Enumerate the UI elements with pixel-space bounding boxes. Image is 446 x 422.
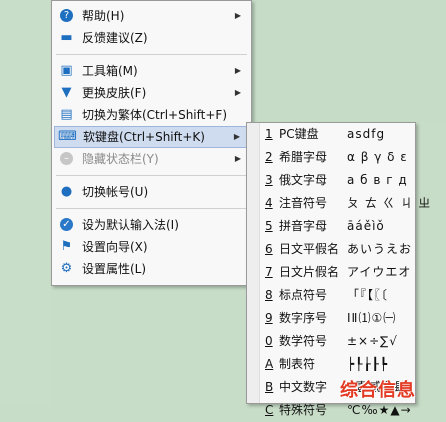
keyboard-name: 特殊符号 bbox=[279, 403, 328, 417]
keyboard-shortcut-key: 6 bbox=[265, 242, 273, 256]
menu-item[interactable]: ▼ 更换皮肤(F) ▶ bbox=[54, 82, 249, 104]
soft-keyboard-item[interactable]: C 特殊符号 ℃‰★▲→ bbox=[247, 399, 415, 422]
keyboard-shortcut-key: 0 bbox=[265, 334, 273, 348]
feedback-icon: ▬ bbox=[60, 30, 73, 45]
keyboard-sample-chars: アイウエオ bbox=[347, 265, 412, 279]
keyboard-name: 俄文字母 bbox=[279, 173, 328, 187]
soft-keyboard-submenu: 1 PC键盘 asdfg 2 希腊字母 α β γ δ ε 3 俄文字母 а б в г д 4注… bbox=[246, 122, 430, 417]
submenu-arrow-icon: ▶ bbox=[234, 66, 241, 75]
keyboard-sample-chars: 「『【〖〔 bbox=[347, 288, 389, 302]
keyboard-name: 拼音字母 bbox=[279, 219, 328, 233]
menu-item[interactable]: ▬ 反馈建议(Z) bbox=[54, 27, 249, 49]
soft-keyboard-item[interactable]: 2 希腊字母 α β γ δ ε bbox=[247, 146, 415, 169]
keyboard-name: 制表符 bbox=[279, 357, 316, 371]
keyboard-name: 数学符号 bbox=[279, 334, 328, 348]
keyboard-shortcut-key: 4 bbox=[265, 196, 273, 210]
context-menu: ? 帮助(H) ▶ ▬ 反馈建议(Z) ▣ 工具箱(M) ▶ ▼ 更换皮肤(F) ▶ ▤ 切换为繁体(C… bbox=[51, 0, 252, 286]
keyboard-shortcut-key: A bbox=[265, 357, 274, 371]
menu-item[interactable]: ? 帮助(H) ▶ bbox=[54, 5, 249, 27]
menu-item-label: 软键盘(Ctrl+Shift+K) bbox=[83, 130, 205, 144]
keyboard-shortcut-key: 9 bbox=[265, 311, 273, 325]
shirt-icon: ▼ bbox=[61, 85, 72, 100]
menu-item-label: 帮助(H) bbox=[82, 9, 125, 23]
keyboard-name: 数字序号 bbox=[279, 311, 328, 325]
menu-item-label: 隐藏状态栏(Y) bbox=[82, 152, 159, 166]
keyboard-name: 日文片假名 bbox=[279, 265, 340, 279]
soft-keyboard-item[interactable]: A 制表符 ┝┞┟┠┡ bbox=[247, 353, 415, 376]
submenu-arrow-icon: ▶ bbox=[233, 132, 240, 141]
menu-separator bbox=[56, 175, 247, 176]
keyboard-shortcut-key: 5 bbox=[265, 219, 273, 233]
menu-item[interactable]: ● 切换帐号(U) bbox=[54, 181, 249, 203]
menu-item-label: 设置向导(X) bbox=[82, 240, 148, 254]
keyboard-sample-chars: ㄆ ㄊ ㄍ ㄐ ㄓ bbox=[347, 196, 432, 210]
menu-item[interactable]: ▤ 切换为繁体(Ctrl+Shift+F) bbox=[54, 104, 249, 126]
document-icon: ▤ bbox=[60, 107, 73, 122]
toolbox-icon: ▣ bbox=[60, 63, 73, 78]
keyboard-name: 标点符号 bbox=[279, 288, 328, 302]
soft-keyboard-item[interactable]: 4 注音符号 ㄆ ㄊ ㄍ ㄐ ㄓ bbox=[247, 192, 430, 215]
keyboard-sample-chars: α β γ δ ε bbox=[347, 150, 408, 164]
menu-item-label: 设为默认输入法(I) bbox=[82, 218, 179, 232]
menu-item[interactable]: ▣ 工具箱(M) ▶ bbox=[54, 60, 249, 82]
keyboard-shortcut-key: C bbox=[265, 403, 274, 417]
menu-item[interactable]: ⌨ 软键盘(Ctrl+Shift+K) ▶ bbox=[54, 126, 249, 148]
menu-item-label: 反馈建议(Z) bbox=[82, 31, 148, 45]
watermark: 综合信息 bbox=[340, 380, 416, 401]
desktop-background bbox=[0, 0, 51, 404]
keyboard-icon: ⌨ bbox=[58, 129, 77, 144]
soft-keyboard-item[interactable]: 9 数字序号 ⅠⅡ⑴①㈠ bbox=[247, 307, 415, 330]
menu-separator bbox=[56, 54, 247, 55]
keyboard-shortcut-key: 1 bbox=[265, 127, 273, 141]
soft-keyboard-item[interactable]: 3 俄文字母 а б в г д bbox=[247, 169, 415, 192]
hide-icon: – bbox=[60, 152, 73, 165]
menu-item[interactable]: – 隐藏状态栏(Y) ▶ bbox=[54, 148, 249, 170]
keyboard-shortcut-key: 7 bbox=[265, 265, 273, 279]
desktop-background bbox=[252, 0, 446, 122]
keyboard-name: 希腊字母 bbox=[279, 150, 328, 164]
soft-keyboard-item[interactable]: 1 PC键盘 asdfg bbox=[247, 123, 415, 146]
menu-item[interactable]: ⚑ 设置向导(X) bbox=[54, 236, 249, 258]
keyboard-sample-chars: ┝┞┟┠┡ bbox=[347, 357, 389, 371]
submenu-arrow-icon: ▶ bbox=[234, 11, 241, 20]
keyboard-shortcut-key: 8 bbox=[265, 288, 273, 302]
keyboard-sample-chars: ⅠⅡ⑴①㈠ bbox=[347, 311, 397, 325]
soft-keyboard-item[interactable]: 7 日文片假名 アイウエオ bbox=[247, 261, 415, 284]
keyboard-sample-chars: あいうえお bbox=[347, 242, 413, 256]
keyboard-sample-chars: ±×÷∑√ bbox=[347, 334, 398, 348]
menu-item-label: 切换帐号(U) bbox=[82, 185, 149, 199]
flag-icon: ⚑ bbox=[60, 239, 73, 254]
soft-keyboard-item[interactable]: 6 日文平假名 あいうえお bbox=[247, 238, 415, 261]
menu-item-label: 更换皮肤(F) bbox=[82, 86, 147, 100]
soft-keyboard-item[interactable]: 8 标点符号 「『【〖〔 bbox=[247, 284, 415, 307]
keyboard-name: 注音符号 bbox=[279, 196, 328, 210]
menu-item[interactable]: ✓ 设为默认输入法(I) bbox=[54, 214, 249, 236]
submenu-arrow-icon: ▶ bbox=[234, 154, 241, 163]
menu-separator bbox=[56, 208, 247, 209]
keyboard-sample-chars: ℃‰★▲→ bbox=[347, 403, 412, 417]
gear-icon: ⚙ bbox=[60, 261, 73, 276]
submenu-arrow-icon: ▶ bbox=[234, 88, 241, 97]
keyboard-shortcut-key: 2 bbox=[265, 150, 273, 164]
keyboard-name: 日文平假名 bbox=[279, 242, 340, 256]
keyboard-sample-chars: а б в г д bbox=[347, 173, 408, 187]
check-icon: ✓ bbox=[60, 218, 73, 231]
keyboard-name: 中文数字 bbox=[279, 380, 328, 394]
help-icon: ? bbox=[60, 9, 73, 22]
keyboard-name: PC键盘 bbox=[279, 127, 319, 141]
keyboard-shortcut-key: 3 bbox=[265, 173, 273, 187]
menu-item-label: 工具箱(M) bbox=[82, 64, 138, 78]
menu-item[interactable]: ⚙ 设置属性(L) bbox=[54, 258, 249, 280]
soft-keyboard-item[interactable]: 5 拼音字母 āáěìǒ bbox=[247, 215, 415, 238]
keyboard-shortcut-key: B bbox=[265, 380, 274, 394]
soft-keyboard-item[interactable]: 0 数学符号 ±×÷∑√ bbox=[247, 330, 415, 353]
keyboard-sample-chars: asdfg bbox=[347, 127, 386, 141]
keyboard-sample-chars: āáěìǒ bbox=[347, 219, 385, 233]
menu-item-label: 设置属性(L) bbox=[82, 262, 147, 276]
user-icon: ● bbox=[60, 184, 73, 199]
menu-item-label: 切换为繁体(Ctrl+Shift+F) bbox=[82, 108, 228, 122]
